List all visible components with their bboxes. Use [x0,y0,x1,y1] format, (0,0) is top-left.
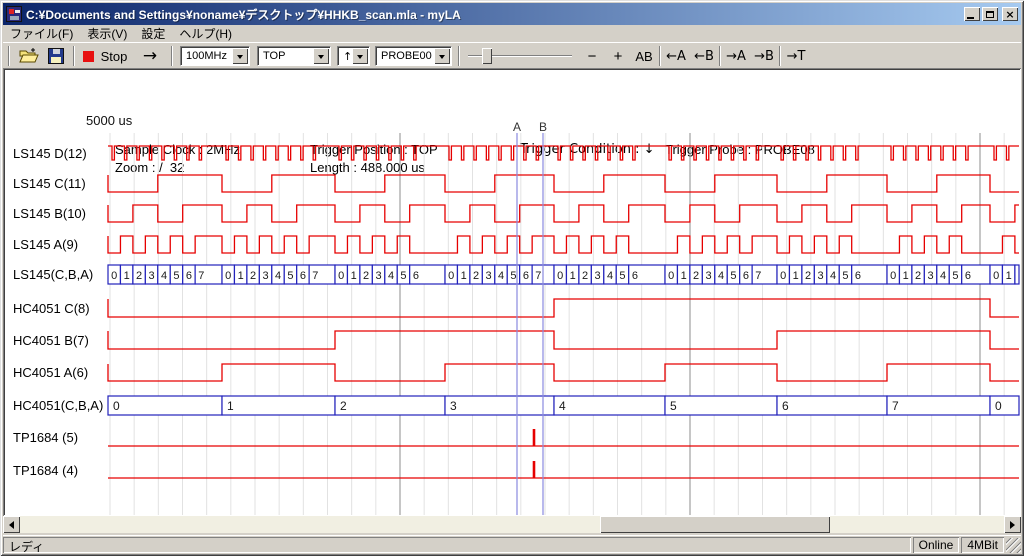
menu-help[interactable]: ヘルプ(H) [172,24,239,43]
close-icon: × [1005,9,1014,20]
trigger-position-value: TOP [258,50,312,62]
scroll-right-button[interactable] [1004,516,1021,533]
trigger-position-info: Trigger Position : TOP [310,142,438,157]
goto-b-right-button[interactable]: →B [751,45,777,67]
trigger-probe-combo[interactable]: PROBE00 [375,46,452,66]
channel-label: HC4051 C(8) [13,301,90,316]
menu-file[interactable]: ファイル(F) [3,24,80,43]
menu-settings[interactable]: 設定 [134,24,172,43]
zoom-slider[interactable] [464,45,576,67]
channel-label: LS145(C,B,A) [13,267,93,282]
sample-clock-value: 100MHz [181,50,231,62]
maximize-button[interactable] [982,7,998,21]
close-button[interactable]: × [1002,7,1018,21]
trigger-edge-value: ↑ [338,50,351,63]
ab-button[interactable]: AB [631,45,657,67]
zoom-out-button[interactable]: − [580,45,604,67]
open-folder-icon [19,48,39,64]
toolbar-separator [458,46,460,66]
toolbar-grip [8,46,10,66]
goto-a-right-button[interactable]: →A [723,45,749,67]
channel-label: LS145 B(10) [13,206,86,221]
run-arrow-icon: → [143,46,157,66]
trigger-condition-info: Trigger Condition : ↓ [520,142,655,157]
window-title: C:¥Documents and Settings¥noname¥デスクトップ¥… [26,6,962,23]
scrollbar-thumb[interactable] [600,516,830,533]
trigger-probe-value: PROBE00 [376,50,433,62]
toolbar-separator [171,46,173,66]
zoom-info: Zoom : / 32 [115,160,184,175]
channel-label: HC4051 A(6) [13,365,88,380]
dropdown-arrow-icon[interactable] [434,48,450,64]
stop-label: Stop [101,49,128,64]
menu-bar: ファイル(F) 表示(V) 設定 ヘルプ(H) [3,25,1021,42]
horizontal-scrollbar[interactable] [3,516,1021,533]
ab-label: AB [635,49,652,64]
toolbar-separator [659,46,661,66]
status-ready: レディ [3,537,911,553]
menu-view[interactable]: 表示(V) [80,24,134,43]
channel-label: LS145 C(11) [13,176,86,191]
stop-square-icon [83,51,94,62]
slider-thumb[interactable] [482,48,492,64]
minimize-button[interactable] [964,7,980,21]
channel-label: TP1684 (4) [13,463,78,478]
left-a-label: ←A [666,49,686,64]
status-online: Online [913,537,960,553]
app-window: C:¥Documents and Settings¥noname¥デスクトップ¥… [0,0,1024,556]
toolbar-separator [779,46,781,66]
zoom-in-label: + [614,48,623,65]
channel-label: LS145 A(9) [13,237,78,252]
trigger-position-combo[interactable]: TOP [257,46,331,66]
goto-a-left-button[interactable]: ←A [663,45,689,67]
left-b-label: ←B [694,49,714,64]
waveform-client-area[interactable]: Sample Clock : 2MHz Trigger Position : T… [3,68,1021,516]
channel-label: TP1684 (5) [13,430,78,445]
to-trigger-label: →T [787,49,806,64]
stop-button[interactable]: Stop [79,45,131,67]
zoom-in-button[interactable]: + [606,45,630,67]
toolbar-separator [73,46,75,66]
run-button[interactable]: → [135,45,165,67]
goto-b-left-button[interactable]: ←B [691,45,717,67]
status-bar: レディ Online 4MBit [3,535,1021,553]
trigger-probe-info: Trigger Probe : PROBE08 [665,142,815,157]
trigger-edge-combo[interactable]: ↑ [337,46,370,66]
scroll-right-icon [1010,521,1019,529]
channel-label: HC4051(C,B,A) [13,398,103,413]
right-b-label: →B [754,49,774,64]
title-bar[interactable]: C:¥Documents and Settings¥noname¥デスクトップ¥… [3,3,1021,25]
save-button[interactable] [43,45,69,67]
minimize-icon [967,17,974,19]
zoom-out-label: − [588,48,597,65]
save-floppy-icon [48,48,64,64]
sample-clock-info: Sample Clock : 2MHz [115,142,240,157]
right-a-label: →A [726,49,746,64]
maximize-icon [986,11,994,18]
status-memory: 4MBit [961,537,1004,553]
goto-trigger-button[interactable]: →T [783,45,809,67]
open-file-button[interactable] [16,45,42,67]
toolbar-separator [719,46,721,66]
scroll-left-button[interactable] [3,516,20,533]
channel-label: HC4051 B(7) [13,333,89,348]
app-icon [6,6,22,22]
dropdown-arrow-icon[interactable] [232,48,248,64]
toolbar: Stop → 100MHz TOP ↑ PROBE00 − + AB [3,42,1021,68]
sample-clock-combo[interactable]: 100MHz [180,46,250,66]
scroll-left-icon [5,521,14,529]
dropdown-arrow-icon[interactable] [352,48,368,64]
channel-label: LS145 D(12) [13,146,87,161]
length-info: Length : 488.000 us [310,160,425,175]
resize-grip[interactable] [1006,538,1021,553]
dropdown-arrow-icon[interactable] [313,48,329,64]
